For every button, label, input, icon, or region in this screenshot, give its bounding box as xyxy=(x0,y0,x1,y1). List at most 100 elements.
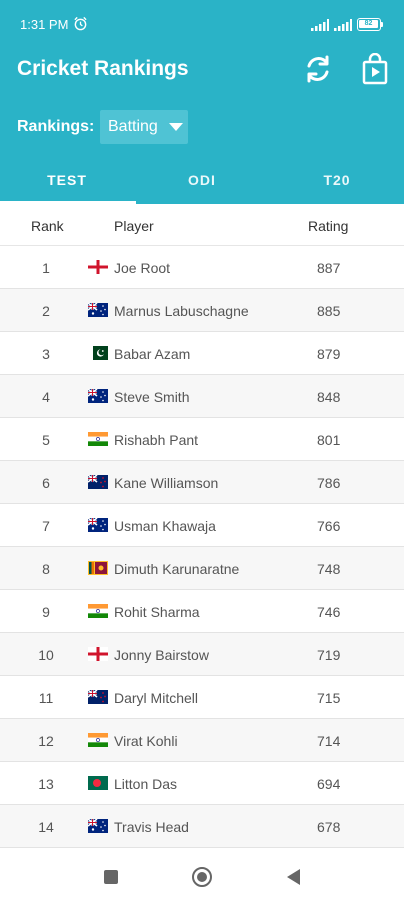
row-player-name: Joe Root xyxy=(114,260,171,276)
pakistan-flag-icon xyxy=(88,346,108,360)
rankings-label: Rankings: xyxy=(17,118,95,135)
signal-icon xyxy=(334,19,352,31)
row-player-name: Travis Head xyxy=(114,819,189,835)
india-flag-icon xyxy=(88,604,108,618)
row-rank: 8 xyxy=(42,561,50,577)
table-row[interactable]: 10 Jonny Bairstow 719 xyxy=(0,633,404,676)
row-rank: 14 xyxy=(38,819,54,835)
row-rating: 746 xyxy=(317,604,341,620)
table-row[interactable]: 13 Litton Das 694 xyxy=(0,762,404,805)
row-player-name: Rohit Sharma xyxy=(114,604,200,620)
row-rating: 801 xyxy=(317,432,341,448)
rankings-type-value: Batting xyxy=(108,118,158,135)
table-row[interactable]: 4 Steve Smith 848 xyxy=(0,375,404,418)
row-rating: 715 xyxy=(317,690,341,706)
row-rank: 12 xyxy=(38,733,54,749)
australia-flag-icon xyxy=(88,303,108,317)
row-rank: 13 xyxy=(38,776,54,792)
app-bar: 1:31 PM 82 Cricket Rankings Rankings: Ba… xyxy=(0,0,404,204)
table-row[interactable]: 5 Rishabh Pant 801 xyxy=(0,418,404,461)
row-player-name: Dimuth Karunaratne xyxy=(114,561,240,577)
system-nav-bar xyxy=(0,850,404,900)
table-row[interactable]: 14 Travis Head 678 xyxy=(0,805,404,848)
rankings-list: 1 Joe Root 887 2 Marnus Labuschagne 885 3 Babar… xyxy=(0,246,404,848)
row-rank: 9 xyxy=(42,604,50,620)
row-rating: 848 xyxy=(317,389,341,405)
home-button[interactable] xyxy=(192,867,212,887)
table-row[interactable]: 3 Babar Azam 879 xyxy=(0,332,404,375)
row-rank: 2 xyxy=(42,303,50,319)
battery-level: 82 xyxy=(359,20,378,28)
back-button[interactable] xyxy=(287,869,300,885)
column-header-rank: Rank xyxy=(31,218,64,234)
row-player-name: Rishabh Pant xyxy=(114,432,199,448)
status-time: 1:31 PM xyxy=(20,17,69,32)
row-rating: 786 xyxy=(317,475,341,491)
row-rank: 3 xyxy=(42,346,50,362)
row-rank: 7 xyxy=(42,518,50,534)
tab-t20[interactable]: T20 xyxy=(270,160,404,204)
row-rating: 885 xyxy=(317,303,341,319)
row-rank: 5 xyxy=(42,432,50,448)
india-flag-icon xyxy=(88,733,108,747)
row-rating: 714 xyxy=(317,733,341,749)
bangladesh-flag-icon xyxy=(88,776,108,790)
india-flag-icon xyxy=(88,432,108,446)
column-header-rating: Rating xyxy=(308,218,349,234)
table-row[interactable]: 2 Marnus Labuschagne 885 xyxy=(0,289,404,332)
sri-lanka-flag-icon xyxy=(88,561,108,575)
dropdown-caret-icon xyxy=(169,123,183,131)
row-rating: 748 xyxy=(317,561,341,577)
table-row[interactable]: 12 Virat Kohli 714 xyxy=(0,719,404,762)
signal-icon xyxy=(311,19,329,31)
table-row[interactable]: 7 Usman Khawaja 766 xyxy=(0,504,404,547)
england-flag-icon xyxy=(88,647,108,661)
battery-cap xyxy=(381,22,383,27)
row-rating: 766 xyxy=(317,518,341,534)
row-player-name: Jonny Bairstow xyxy=(114,647,209,663)
row-rank: 11 xyxy=(38,690,54,706)
row-rating: 678 xyxy=(317,819,341,835)
row-player-name: Virat Kohli xyxy=(114,733,178,749)
row-player-name: Litton Das xyxy=(114,776,178,792)
row-player-name: Kane Williamson xyxy=(114,475,219,491)
row-rating: 694 xyxy=(317,776,341,792)
refresh-icon[interactable] xyxy=(302,53,334,85)
status-bar: 1:31 PM 82 xyxy=(0,0,404,50)
table-row[interactable]: 6 Kane Williamson 786 xyxy=(0,461,404,504)
tab-test[interactable]: TEST xyxy=(0,160,134,204)
australia-flag-icon xyxy=(88,819,108,833)
table-row[interactable]: 11 Daryl Mitchell 715 xyxy=(0,676,404,719)
row-rank: 1 xyxy=(42,260,50,276)
new-zealand-flag-icon xyxy=(88,690,108,704)
home-dot xyxy=(197,872,207,882)
row-rank: 6 xyxy=(42,475,50,491)
england-flag-icon xyxy=(88,260,108,274)
row-rank: 10 xyxy=(38,647,54,663)
app-title: Cricket Rankings xyxy=(17,57,189,80)
rankings-type-dropdown[interactable]: Batting xyxy=(100,110,188,144)
row-rank: 4 xyxy=(42,389,50,405)
row-player-name: Usman Khawaja xyxy=(114,518,216,534)
row-player-name: Babar Azam xyxy=(114,346,191,362)
battery-icon: 82 xyxy=(357,18,381,31)
table-row[interactable]: 9 Rohit Sharma 746 xyxy=(0,590,404,633)
row-player-name: Steve Smith xyxy=(114,389,190,405)
table-row[interactable]: 1 Joe Root 887 xyxy=(0,246,404,289)
recents-button[interactable] xyxy=(104,870,118,884)
table-header: Rank Player Rating xyxy=(0,204,404,246)
column-header-player: Player xyxy=(114,218,154,234)
new-zealand-flag-icon xyxy=(88,475,108,489)
row-player-name: Marnus Labuschagne xyxy=(114,303,249,319)
alarm-icon xyxy=(74,16,87,31)
format-tabs: TEST ODI T20 xyxy=(0,160,404,204)
row-rating: 719 xyxy=(317,647,341,663)
play-store-icon[interactable] xyxy=(361,53,389,85)
row-rating: 887 xyxy=(317,260,341,276)
australia-flag-icon xyxy=(88,518,108,532)
table-row[interactable]: 8 Dimuth Karunaratne 748 xyxy=(0,547,404,590)
row-player-name: Daryl Mitchell xyxy=(114,690,199,706)
row-rating: 879 xyxy=(317,346,341,362)
tab-odi[interactable]: ODI xyxy=(135,160,269,204)
australia-flag-icon xyxy=(88,389,108,403)
